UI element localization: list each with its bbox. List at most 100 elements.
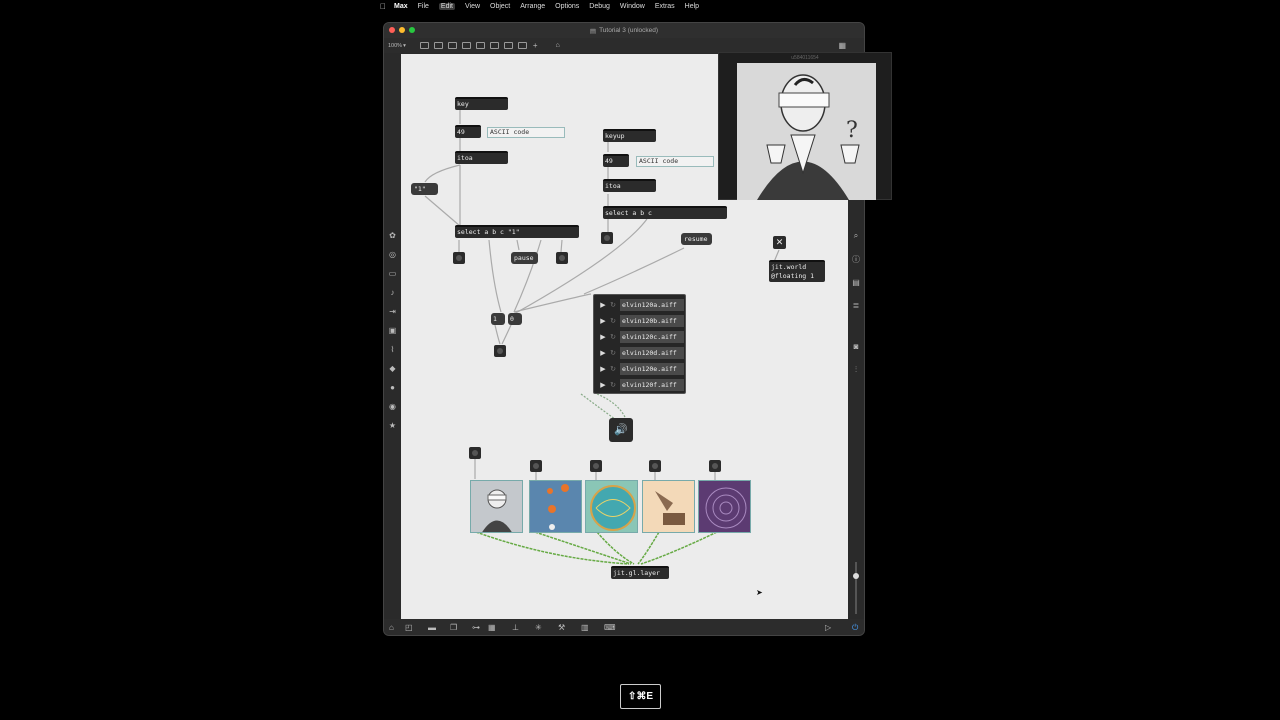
key-object[interactable]: key: [455, 97, 508, 110]
jit-world-floating-window[interactable]: u584011654 ?: [718, 52, 892, 200]
menu-arrange[interactable]: Arrange: [520, 3, 545, 10]
search-icon[interactable]: ⌕: [848, 231, 864, 241]
zoom-slider-track[interactable]: [855, 562, 857, 614]
playlist-clip-name[interactable]: elvin120a.aiff: [620, 299, 684, 311]
zoom-window-button[interactable]: [409, 27, 415, 33]
message-one[interactable]: 1: [491, 313, 505, 325]
toolbar-grid-icon[interactable]: ▦: [838, 41, 846, 50]
max-console-icon[interactable]: ≣: [848, 301, 864, 310]
target-icon[interactable]: ◎: [384, 250, 401, 259]
zoom-slider-knob[interactable]: [853, 573, 859, 579]
menu-edit[interactable]: Edit: [438, 2, 455, 10]
transport-icon[interactable]: ⇥: [384, 307, 401, 316]
playlist-clip-name[interactable]: elvin120b.aiff: [620, 315, 684, 327]
message-quote-one[interactable]: "1": [411, 183, 438, 195]
jit-gl-layer-object[interactable]: jit.gl.layer: [611, 566, 669, 579]
bang-button-keyup-a[interactable]: [601, 232, 613, 244]
toolbar-plus-icon[interactable]: +: [533, 41, 538, 50]
loop-icon[interactable]: ↻: [608, 365, 618, 373]
playlist-clip-name[interactable]: elvin120d.aiff: [620, 347, 684, 359]
bang-button-c[interactable]: [556, 252, 568, 264]
palette-icon[interactable]: ✿: [384, 231, 401, 240]
play-icon[interactable]: ▶: [598, 317, 608, 325]
thumbnail-globe[interactable]: [585, 480, 638, 533]
play-icon[interactable]: ▶: [598, 365, 608, 373]
star-icon[interactable]: ★: [384, 421, 401, 430]
bang-button-thumb-4[interactable]: [649, 460, 661, 472]
menu-extras[interactable]: Extras: [655, 3, 675, 10]
play-icon[interactable]: ▶: [598, 301, 608, 309]
menu-window[interactable]: Window: [620, 3, 645, 10]
playlist-clip-name[interactable]: elvin120c.aiff: [620, 331, 684, 343]
message-resume[interactable]: resume: [681, 233, 712, 245]
loop-icon[interactable]: ↻: [608, 333, 618, 341]
select-key-object[interactable]: select a b c "1": [455, 225, 579, 238]
image-icon[interactable]: ▣: [384, 326, 401, 335]
minimize-window-button[interactable]: [399, 27, 405, 33]
menu-debug[interactable]: Debug: [589, 3, 610, 10]
playlist-row[interactable]: ▶ ↻ elvin120c.aiff: [594, 329, 685, 345]
reference-book-icon[interactable]: ▤: [848, 278, 864, 287]
thumbnail-orbit[interactable]: [529, 480, 582, 533]
playlist-row[interactable]: ▶ ↻ elvin120a.aiff: [594, 297, 685, 313]
disc-icon[interactable]: ●: [384, 383, 401, 392]
close-window-button[interactable]: [389, 27, 395, 33]
menu-file[interactable]: File: [418, 3, 429, 10]
keyup-itoa-object[interactable]: itoa: [603, 179, 656, 192]
toolbar-button-icon[interactable]: [461, 42, 471, 49]
inspector-icon[interactable]: ⓘ: [848, 254, 864, 265]
comment-bubble-icon[interactable]: ▬: [428, 623, 436, 632]
loop-icon[interactable]: ↻: [608, 381, 618, 389]
bang-button-thumb-5[interactable]: [709, 460, 721, 472]
select-keyup-object[interactable]: select a b c: [603, 206, 727, 219]
paperclip-icon[interactable]: ⌇: [384, 345, 401, 354]
toolbar-comment-icon[interactable]: [447, 42, 457, 49]
playlist-clip-name[interactable]: elvin120f.aiff: [620, 379, 684, 391]
playlist-row[interactable]: ▶ ↻ elvin120f.aiff: [594, 377, 685, 393]
keyup-number-box[interactable]: 49: [603, 154, 629, 167]
play-icon[interactable]: ▶: [598, 333, 608, 341]
keyboard-icon[interactable]: ⌨: [604, 623, 616, 632]
jit-world-object[interactable]: jit.world @floating 1: [769, 260, 825, 282]
lock-icon[interactable]: ⌂: [389, 623, 394, 632]
toolbar-dial-icon[interactable]: [517, 42, 527, 49]
toolbar-new-object-icon[interactable]: [419, 42, 429, 49]
link-icon[interactable]: ⊶: [472, 623, 480, 632]
bang-button-thumb-3[interactable]: [590, 460, 602, 472]
menu-options[interactable]: Options: [555, 3, 579, 10]
key-ascii-comment[interactable]: ASCII code: [487, 127, 565, 138]
thumbnail-blindfold-man[interactable]: [470, 480, 523, 533]
thumbnail-gramophone[interactable]: [642, 480, 695, 533]
mixer-sliders-icon[interactable]: ⫶: [848, 365, 864, 375]
ezdac-speaker-button[interactable]: 🔊: [609, 418, 633, 442]
bang-button-a[interactable]: [453, 252, 465, 264]
toolbar-slider-icon[interactable]: [503, 42, 513, 49]
playlist-object[interactable]: ▶ ↻ elvin120a.aiff ▶ ↻ elvin120b.aiff ▶ …: [593, 294, 686, 394]
bang-button-thumb-2[interactable]: [530, 460, 542, 472]
zoom-chevron-icon[interactable]: ▾: [403, 43, 406, 49]
playlist-row[interactable]: ▶ ↻ elvin120d.aiff: [594, 345, 685, 361]
toolbar-message-icon[interactable]: [433, 42, 443, 49]
playlist-row[interactable]: ▶ ↻ elvin120b.aiff: [594, 313, 685, 329]
keyboard-piano-icon[interactable]: ▥: [581, 623, 589, 632]
key-itoa-object[interactable]: itoa: [455, 151, 508, 164]
message-pause[interactable]: pause: [511, 252, 538, 264]
layers-icon[interactable]: ❐: [450, 623, 457, 632]
toolbar-toggle-icon[interactable]: [475, 42, 485, 49]
thumbnail-spiral[interactable]: [698, 480, 751, 533]
hierarchy-icon[interactable]: ⊥: [512, 623, 519, 632]
bang-button-thumb-1[interactable]: [469, 447, 481, 459]
menu-object[interactable]: Object: [490, 3, 510, 10]
close-toggle-icon[interactable]: ✕: [773, 236, 786, 249]
package-icon[interactable]: ◆: [384, 364, 401, 373]
keyup-object[interactable]: keyup: [603, 129, 656, 142]
layout-icon[interactable]: ▭: [384, 269, 401, 278]
wrench-icon[interactable]: ⚒: [558, 623, 565, 632]
presentation-icon[interactable]: ◰: [405, 623, 413, 632]
loop-icon[interactable]: ↻: [608, 349, 618, 357]
playlist-row[interactable]: ▶ ↻ elvin120e.aiff: [594, 361, 685, 377]
music-note-icon[interactable]: ♪: [384, 288, 401, 297]
keyup-ascii-comment[interactable]: ASCII code: [636, 156, 714, 167]
apple-icon[interactable]: : [380, 2, 386, 11]
play-icon[interactable]: ▶: [598, 381, 608, 389]
